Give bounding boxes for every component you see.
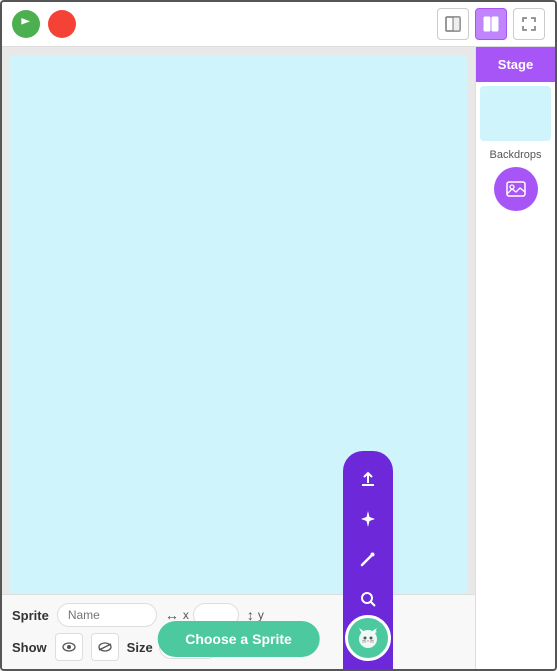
bottom-panel: Sprite ↔ x ↕ y Show [2, 594, 475, 669]
top-toolbar [2, 2, 555, 47]
stop-button[interactable] [48, 10, 76, 38]
search-icon [359, 590, 377, 608]
upload-tool-button[interactable] [350, 461, 386, 497]
sparkle-tool-button[interactable] [350, 501, 386, 537]
fullscreen-icon [522, 17, 536, 31]
y-label: y [258, 608, 264, 622]
toolbar-right [437, 8, 545, 40]
show-visible-button[interactable] [55, 633, 83, 661]
choose-sprite-button[interactable]: Choose a Sprite [157, 621, 320, 657]
cat-sprite-button[interactable] [345, 615, 391, 661]
show-label: Show [12, 640, 47, 655]
main-content: Sprite ↔ x ↕ y Show [2, 47, 475, 669]
search-tool-button[interactable] [350, 581, 386, 617]
size-label: Size [127, 640, 153, 655]
show-hidden-button[interactable] [91, 633, 119, 661]
stage-tab[interactable]: Stage [476, 47, 555, 82]
small-stage-icon [445, 16, 461, 32]
eye-closed-icon [98, 642, 112, 652]
toolbar-left [12, 10, 76, 38]
paint-icon [359, 550, 377, 568]
right-sidebar: Stage Backdrops [475, 47, 555, 669]
split-view-button[interactable] [475, 8, 507, 40]
main-area: Sprite ↔ x ↕ y Show [2, 47, 555, 669]
app-container: Sprite ↔ x ↕ y Show [0, 0, 557, 671]
split-view-icon [483, 16, 499, 32]
stage-thumbnail [480, 86, 551, 141]
fullscreen-button[interactable] [513, 8, 545, 40]
sparkle-icon [359, 510, 377, 528]
green-flag-button[interactable] [12, 10, 40, 38]
x-label: x [183, 608, 189, 622]
upload-icon [359, 470, 377, 488]
sprite-label: Sprite [12, 608, 49, 623]
small-stage-button[interactable] [437, 8, 469, 40]
backdrops-button[interactable] [494, 167, 538, 211]
sprite-name-input[interactable] [57, 603, 157, 627]
cat-sprite-icon [355, 625, 381, 651]
flag-icon [18, 16, 34, 32]
paint-tool-button[interactable] [350, 541, 386, 577]
eye-open-icon [62, 642, 76, 652]
stage-canvas [10, 55, 467, 594]
backdrops-label: Backdrops [476, 149, 555, 161]
backdrop-add-icon [505, 178, 527, 200]
